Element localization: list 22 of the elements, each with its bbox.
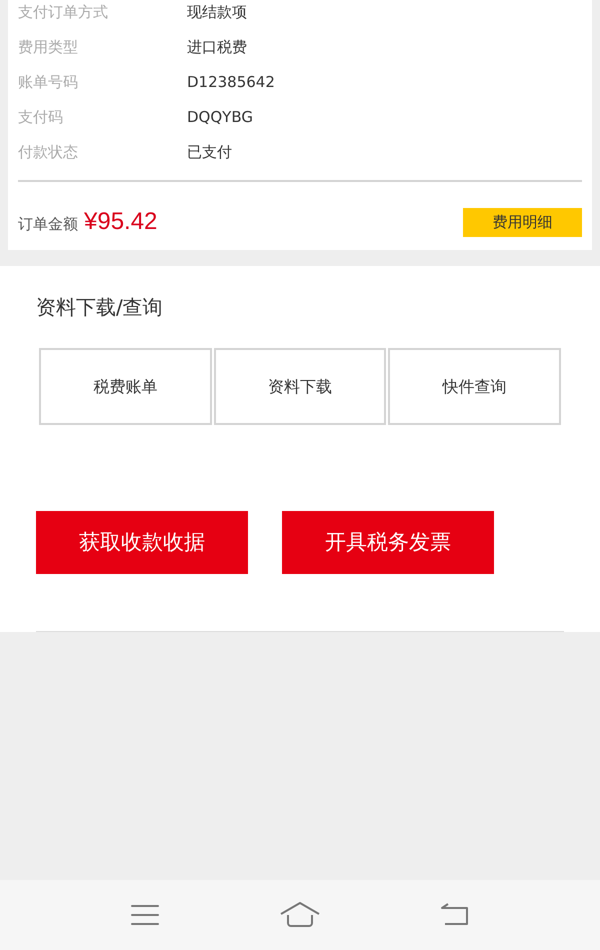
action-button[interactable]: 获取收款收据 (36, 511, 248, 574)
amount-value: ¥95.42 (84, 207, 158, 237)
field-label: 费用类型 (18, 37, 79, 58)
amount-label: 订单金额 (18, 214, 78, 235)
field-value: 已支付 (187, 142, 232, 164)
field-label: 账单号码 (18, 72, 79, 94)
query-tile[interactable]: 税费账单 (39, 348, 212, 425)
query-tile[interactable]: 快件查询 (388, 348, 561, 425)
field-label: 支付码 (18, 107, 64, 128)
back-icon[interactable] (440, 903, 470, 927)
field-label: 付款状态 (18, 142, 79, 164)
field-value: 现结款项 (187, 2, 247, 24)
fee-details-button[interactable]: 费用明细 (463, 208, 582, 236)
menu-icon[interactable] (130, 904, 160, 926)
home-icon[interactable] (280, 902, 320, 928)
field-label: 支付订单方式 (18, 2, 109, 24)
query-tile[interactable]: 资料下载 (214, 348, 386, 425)
field-value: D12385642 (187, 72, 275, 94)
action-button[interactable]: 开具税务发票 (282, 511, 494, 574)
field-value: DQQYBG (187, 107, 253, 128)
section-title: 资料下载/查询 (36, 294, 164, 321)
field-value: 进口税费 (187, 37, 247, 58)
